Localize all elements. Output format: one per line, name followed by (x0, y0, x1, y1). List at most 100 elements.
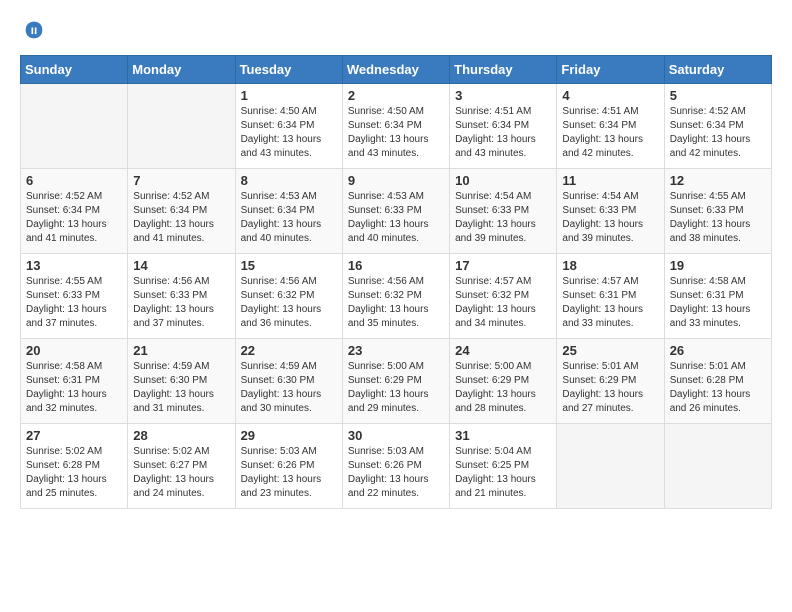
calendar-cell: 25Sunrise: 5:01 AM Sunset: 6:29 PM Dayli… (557, 339, 664, 424)
column-header-sunday: Sunday (21, 56, 128, 84)
calendar-cell: 4 Sunrise: 4:51 AM Sunset: 6:34 PM Daylig… (557, 84, 664, 169)
calendar-cell: 19 Sunrise: 4:58 AM Sunset: 6:31 PM Dayli… (664, 254, 771, 339)
day-number: 5 (670, 88, 766, 103)
day-number: 29 (241, 428, 337, 443)
calendar-cell: 15 Sunrise: 4:56 AM Sunset: 6:32 PM Dayli… (235, 254, 342, 339)
calendar-header-row: SundayMondayTuesdayWednesdayThursdayFrid… (21, 56, 772, 84)
day-number: 11 (562, 173, 658, 188)
calendar-cell (21, 84, 128, 169)
day-number: 12 (670, 173, 766, 188)
logo-icon (24, 20, 44, 40)
day-info: Sunrise: 5:03 AM Sunset: 6:26 PM Dayligh… (348, 445, 444, 501)
calendar-cell: 30Sunrise: 5:03 AM Sunset: 6:26 PM Dayli… (342, 424, 449, 509)
calendar-cell: 12Sunrise: 4:55 AM Sunset: 6:33 PM Dayli… (664, 169, 771, 254)
calendar-cell: 26 Sunrise: 5:01 AM Sunset: 6:28 PM Dayli… (664, 339, 771, 424)
calendar-week-4: 20Sunrise: 4:58 AM Sunset: 6:31 PM Dayli… (21, 339, 772, 424)
day-number: 1 (241, 88, 337, 103)
calendar-cell: 31 Sunrise: 5:04 AM Sunset: 6:25 PM Dayli… (450, 424, 557, 509)
day-number: 27 (26, 428, 122, 443)
day-number: 20 (26, 343, 122, 358)
day-info: Sunrise: 5:01 AM Sunset: 6:28 PM Dayligh… (670, 360, 766, 416)
day-number: 3 (455, 88, 551, 103)
day-info: Sunrise: 4:57 AM Sunset: 6:31 PM Dayligh… (562, 275, 658, 331)
day-info: Sunrise: 4:52 AM Sunset: 6:34 PM Dayligh… (133, 190, 229, 246)
day-info: Sunrise: 5:02 AM Sunset: 6:28 PM Dayligh… (26, 445, 122, 501)
day-info: Sunrise: 4:53 AM Sunset: 6:33 PM Dayligh… (348, 190, 444, 246)
day-number: 19 (670, 258, 766, 273)
column-header-tuesday: Tuesday (235, 56, 342, 84)
day-info: Sunrise: 4:55 AM Sunset: 6:33 PM Dayligh… (26, 275, 122, 331)
calendar-cell: 1 Sunrise: 4:50 AM Sunset: 6:34 PM Daylig… (235, 84, 342, 169)
logo (20, 20, 46, 40)
calendar-cell: 18 Sunrise: 4:57 AM Sunset: 6:31 PM Dayli… (557, 254, 664, 339)
day-number: 17 (455, 258, 551, 273)
calendar-cell (128, 84, 235, 169)
calendar-cell: 13 Sunrise: 4:55 AM Sunset: 6:33 PM Dayli… (21, 254, 128, 339)
calendar-cell: 22 Sunrise: 4:59 AM Sunset: 6:30 PM Dayli… (235, 339, 342, 424)
page-header (20, 20, 772, 40)
calendar-cell: 20Sunrise: 4:58 AM Sunset: 6:31 PM Dayli… (21, 339, 128, 424)
day-number: 14 (133, 258, 229, 273)
day-info: Sunrise: 5:04 AM Sunset: 6:25 PM Dayligh… (455, 445, 551, 501)
calendar-cell: 14 Sunrise: 4:56 AM Sunset: 6:33 PM Dayli… (128, 254, 235, 339)
day-number: 22 (241, 343, 337, 358)
day-info: Sunrise: 4:53 AM Sunset: 6:34 PM Dayligh… (241, 190, 337, 246)
day-number: 28 (133, 428, 229, 443)
day-number: 6 (26, 173, 122, 188)
calendar-week-2: 6 Sunrise: 4:52 AM Sunset: 6:34 PM Daylig… (21, 169, 772, 254)
day-info: Sunrise: 4:59 AM Sunset: 6:30 PM Dayligh… (133, 360, 229, 416)
day-number: 26 (670, 343, 766, 358)
day-number: 15 (241, 258, 337, 273)
calendar-cell: 3 Sunrise: 4:51 AM Sunset: 6:34 PM Daylig… (450, 84, 557, 169)
calendar-week-5: 27 Sunrise: 5:02 AM Sunset: 6:28 PM Dayli… (21, 424, 772, 509)
day-info: Sunrise: 5:00 AM Sunset: 6:29 PM Dayligh… (348, 360, 444, 416)
day-number: 25 (562, 343, 658, 358)
day-info: Sunrise: 4:50 AM Sunset: 6:34 PM Dayligh… (241, 105, 337, 161)
calendar-cell: 27 Sunrise: 5:02 AM Sunset: 6:28 PM Dayli… (21, 424, 128, 509)
day-number: 21 (133, 343, 229, 358)
calendar-cell: 24 Sunrise: 5:00 AM Sunset: 6:29 PM Dayli… (450, 339, 557, 424)
day-info: Sunrise: 5:02 AM Sunset: 6:27 PM Dayligh… (133, 445, 229, 501)
day-info: Sunrise: 4:51 AM Sunset: 6:34 PM Dayligh… (562, 105, 658, 161)
day-number: 4 (562, 88, 658, 103)
day-info: Sunrise: 4:59 AM Sunset: 6:30 PM Dayligh… (241, 360, 337, 416)
day-number: 13 (26, 258, 122, 273)
calendar-week-3: 13 Sunrise: 4:55 AM Sunset: 6:33 PM Dayli… (21, 254, 772, 339)
day-number: 23 (348, 343, 444, 358)
day-info: Sunrise: 4:51 AM Sunset: 6:34 PM Dayligh… (455, 105, 551, 161)
calendar-cell: 17 Sunrise: 4:57 AM Sunset: 6:32 PM Dayli… (450, 254, 557, 339)
day-info: Sunrise: 5:00 AM Sunset: 6:29 PM Dayligh… (455, 360, 551, 416)
day-number: 16 (348, 258, 444, 273)
column-header-wednesday: Wednesday (342, 56, 449, 84)
day-info: Sunrise: 4:56 AM Sunset: 6:32 PM Dayligh… (241, 275, 337, 331)
calendar-cell: 10 Sunrise: 4:54 AM Sunset: 6:33 PM Dayli… (450, 169, 557, 254)
column-header-friday: Friday (557, 56, 664, 84)
day-number: 24 (455, 343, 551, 358)
calendar-cell: 6 Sunrise: 4:52 AM Sunset: 6:34 PM Daylig… (21, 169, 128, 254)
day-number: 9 (348, 173, 444, 188)
day-info: Sunrise: 4:52 AM Sunset: 6:34 PM Dayligh… (26, 190, 122, 246)
column-header-monday: Monday (128, 56, 235, 84)
column-header-thursday: Thursday (450, 56, 557, 84)
calendar-cell: 28 Sunrise: 5:02 AM Sunset: 6:27 PM Dayli… (128, 424, 235, 509)
calendar-table: SundayMondayTuesdayWednesdayThursdayFrid… (20, 55, 772, 509)
day-info: Sunrise: 4:56 AM Sunset: 6:33 PM Dayligh… (133, 275, 229, 331)
day-number: 10 (455, 173, 551, 188)
day-info: Sunrise: 4:54 AM Sunset: 6:33 PM Dayligh… (562, 190, 658, 246)
day-number: 31 (455, 428, 551, 443)
calendar-cell (664, 424, 771, 509)
day-info: Sunrise: 5:03 AM Sunset: 6:26 PM Dayligh… (241, 445, 337, 501)
day-info: Sunrise: 4:58 AM Sunset: 6:31 PM Dayligh… (670, 275, 766, 331)
day-info: Sunrise: 4:50 AM Sunset: 6:34 PM Dayligh… (348, 105, 444, 161)
calendar-cell: 21 Sunrise: 4:59 AM Sunset: 6:30 PM Dayli… (128, 339, 235, 424)
calendar-cell: 16Sunrise: 4:56 AM Sunset: 6:32 PM Dayli… (342, 254, 449, 339)
day-number: 7 (133, 173, 229, 188)
calendar-cell: 8 Sunrise: 4:53 AM Sunset: 6:34 PM Daylig… (235, 169, 342, 254)
day-number: 18 (562, 258, 658, 273)
calendar-cell (557, 424, 664, 509)
calendar-cell: 7 Sunrise: 4:52 AM Sunset: 6:34 PM Daylig… (128, 169, 235, 254)
day-number: 8 (241, 173, 337, 188)
day-info: Sunrise: 4:54 AM Sunset: 6:33 PM Dayligh… (455, 190, 551, 246)
day-info: Sunrise: 4:57 AM Sunset: 6:32 PM Dayligh… (455, 275, 551, 331)
day-number: 2 (348, 88, 444, 103)
